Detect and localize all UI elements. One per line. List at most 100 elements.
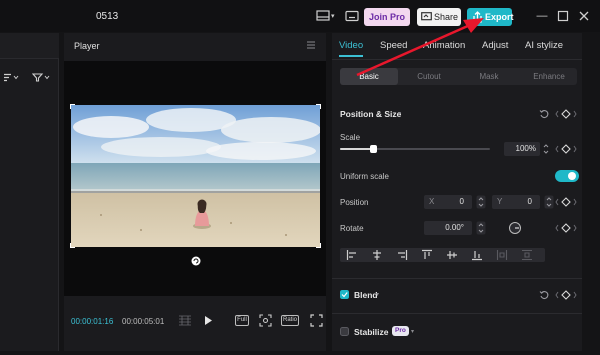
fullscreen-icon[interactable] [310,314,323,327]
rotate-value-field[interactable]: 0.00° [424,221,472,235]
right-edge [582,33,600,351]
chevron-down-icon[interactable]: ▾ [398,110,401,117]
chevron-down-icon[interactable]: ▾ [376,291,379,298]
crop-handle-top-left[interactable] [70,104,75,109]
align-top-icon[interactable] [421,249,433,261]
subtab-mask[interactable]: Mask [460,68,518,85]
player-panel: Player 00:00:01:16 00:00:05:01 Full Rati… [64,33,326,351]
position-x-field[interactable]: X 0 [424,195,472,209]
crop-handle-bottom-right[interactable] [316,243,321,248]
keyframe-icon[interactable] [555,197,577,207]
reset-icon[interactable] [539,109,549,119]
filter-icon[interactable] [32,73,52,82]
stabilize-checkbox[interactable] [340,327,349,336]
keyframe-icon[interactable] [555,290,577,300]
maximize-icon[interactable] [557,10,569,22]
keyframe-icon[interactable] [555,144,577,154]
position-x-value: 0 [459,197,464,206]
subtab-enhance[interactable]: Enhance [520,68,578,85]
subtab-bar: Basic Cutout Mask Enhance [340,68,577,85]
position-size-heading: Position & Size [340,109,402,119]
scale-value-field[interactable]: 100% [504,142,540,156]
keyframe-icon[interactable] [555,223,577,233]
export-label: Export [485,12,514,22]
video-frame[interactable] [71,105,320,247]
sort-icon[interactable] [3,73,21,82]
distribute-horizontal-icon[interactable] [496,249,508,261]
export-icon [473,11,482,23]
position-y-field[interactable]: Y 0 [492,195,540,209]
share-icon [421,12,432,21]
align-left-icon[interactable] [346,249,358,261]
scale-slider-fill [340,148,373,150]
alignment-bar [340,248,545,262]
current-timecode: 00:00:01:16 [71,317,114,326]
stabilize-heading: Stabilize [354,327,389,337]
position-y-stepper-icon[interactable] [544,195,554,209]
scale-label: Scale [340,133,361,142]
export-button[interactable]: Export [467,8,514,26]
subtab-basic[interactable]: Basic [340,68,398,85]
properties-panel: Video Speed Animation Adjust AI stylize … [332,33,582,351]
scale-slider-knob[interactable] [370,145,377,153]
scale-stepper-icon[interactable] [542,142,550,156]
keyframe-icon[interactable] [555,109,577,119]
crop-handle-top-right[interactable] [316,104,321,109]
position-label: Position [340,198,369,207]
uniform-scale-label: Uniform scale [340,172,389,181]
full-button[interactable]: Full [235,315,249,326]
total-timecode: 00:00:05:01 [122,317,165,326]
tabs-divider [332,59,582,60]
align-right-icon[interactable] [396,249,408,261]
align-center-vertical-icon[interactable] [446,249,458,261]
crop-handle-bottom-left[interactable] [70,243,75,248]
media-panel [0,33,59,351]
uniform-scale-toggle[interactable] [555,170,579,182]
blend-heading: Blend [354,290,378,300]
minimize-icon[interactable]: — [536,10,548,22]
video-preview-area[interactable] [64,61,326,296]
tab-adjust[interactable]: Adjust [482,40,508,51]
title-bar: 0513 ▾ Join Pro Share Export — [0,0,600,32]
share-button[interactable]: Share [417,8,461,26]
keyboard-icon[interactable] [345,10,359,22]
join-pro-button[interactable]: Join Pro [364,8,410,26]
rotate-handle-icon[interactable] [191,256,201,266]
play-icon[interactable] [203,315,213,326]
tab-speed[interactable]: Speed [380,40,407,51]
pro-badge: Pro [392,326,409,336]
rotate-stepper-icon[interactable] [476,221,486,235]
project-title: 0513 [96,11,119,22]
reset-icon[interactable] [539,290,549,300]
rotate-dial-icon[interactable] [508,222,522,234]
subtab-cutout[interactable]: Cutout [400,68,458,85]
section-divider [332,313,582,314]
position-x-stepper-icon[interactable] [476,195,486,209]
tab-video[interactable]: Video [339,40,363,51]
timeline-grid-icon[interactable] [178,315,192,326]
tab-animation[interactable]: Animation [423,40,465,51]
share-label: Share [434,12,459,22]
toggle-knob [568,172,576,180]
blend-checkbox[interactable] [340,290,349,299]
menu-icon[interactable] [306,40,316,50]
distribute-vertical-icon[interactable] [521,249,533,261]
close-icon[interactable] [578,10,590,22]
x-axis-label: X [429,197,435,206]
scale-slider-track[interactable] [340,145,490,153]
align-center-horizontal-icon[interactable] [371,249,383,261]
align-bottom-icon[interactable] [471,249,483,261]
screenshot-icon[interactable] [259,314,272,327]
tab-ai-stylize[interactable]: AI stylize [525,40,563,51]
player-title: Player [74,41,100,51]
y-axis-label: Y [497,197,503,206]
layout-icon[interactable] [316,10,330,22]
section-divider [332,278,582,279]
chevron-down-icon[interactable]: ▾ [331,12,335,20]
active-tab-indicator [339,55,363,57]
ratio-button[interactable]: Ratio [281,315,299,326]
chevron-down-icon[interactable]: ▾ [411,328,414,335]
position-y-value: 0 [527,197,532,206]
player-controls: 00:00:01:16 00:00:05:01 Full Ratio [64,303,326,333]
app-window: 0513 ▾ Join Pro Share Export — Player 00… [0,0,600,355]
